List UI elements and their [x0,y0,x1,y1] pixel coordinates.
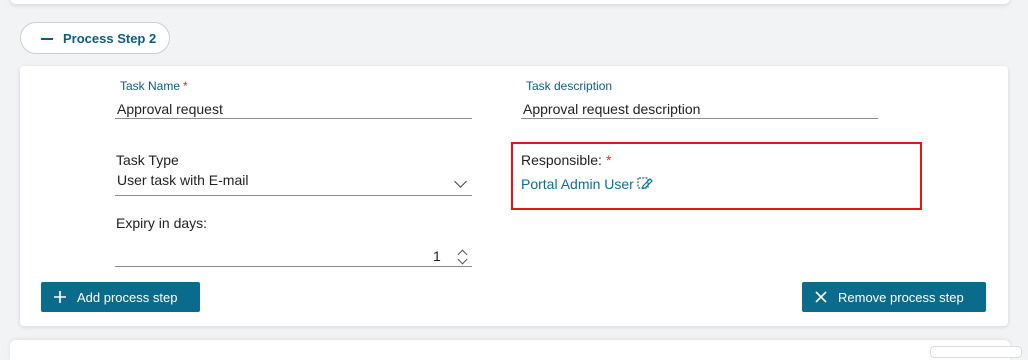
expiry-input[interactable]: 1 [433,248,441,264]
responsible-label-text: Responsible: [521,152,602,168]
task-description-label: Task description [526,79,613,93]
add-process-step-label: Add process step [77,290,178,305]
task-description-input[interactable]: Approval request description [523,101,700,117]
remove-process-step-label: Remove process step [838,290,964,305]
remove-process-step-button[interactable]: Remove process step [802,282,986,312]
expiry-underline [115,266,472,267]
task-name-underline [115,118,472,119]
task-name-label: Task Name * [120,79,188,93]
task-type-underline [115,195,472,196]
previous-card-edge [10,0,1010,4]
edit-icon[interactable] [637,176,653,190]
required-mark: * [183,79,188,93]
next-card-edge [10,340,1010,360]
task-type-label: Task Type [116,152,179,168]
process-step-toggle[interactable]: Process Step 2 [20,22,170,54]
required-mark: * [605,152,612,168]
task-type-select[interactable]: User task with E-mail [117,172,248,188]
task-description-underline [521,118,878,119]
responsible-user-link[interactable]: Portal Admin User [521,176,634,192]
expiry-label: Expiry in days: [116,215,208,231]
next-card-element [930,346,1022,358]
process-step-title: Process Step 2 [63,31,157,46]
task-name-label-text: Task Name [120,79,181,93]
plus-icon [54,291,66,303]
minus-icon [41,38,53,40]
add-process-step-button[interactable]: Add process step [41,282,200,312]
task-name-input[interactable]: Approval request [117,101,223,117]
responsible-label: Responsible: * [521,152,611,168]
close-icon [815,291,827,303]
